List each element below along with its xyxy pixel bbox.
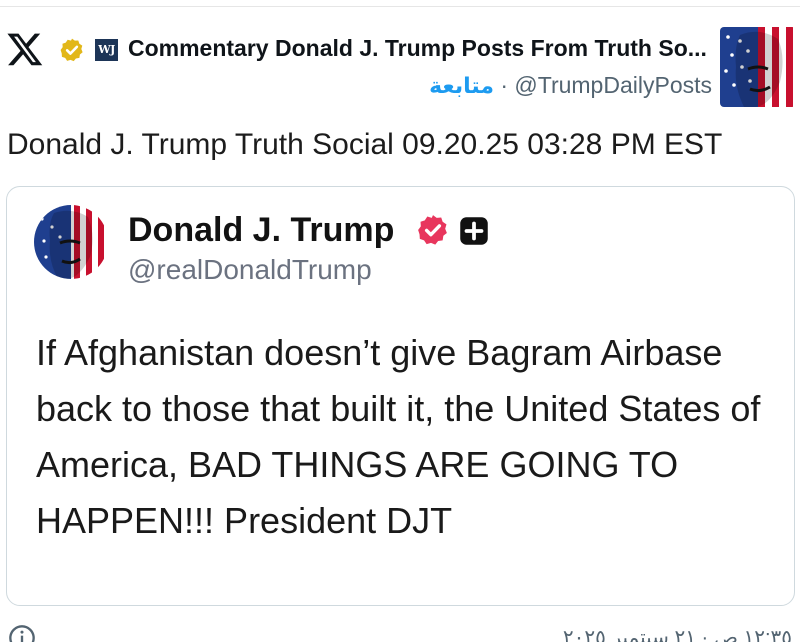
tweet-text: Donald J. Trump Truth Social 09.20.25 03… (7, 128, 723, 161)
embedded-post-body: If Afghanistan doesn’t give Bagram Airba… (36, 332, 761, 541)
embedded-author-name[interactable]: Donald J. Trump (128, 211, 394, 250)
gold-verified-icon (60, 38, 83, 62)
wj-icon: WJ (95, 39, 118, 61)
account-name[interactable]: Commentary Donald J. Trump Posts From Tr… (128, 35, 710, 62)
x-logo-icon[interactable] (6, 30, 44, 68)
post-screenshot: WJ Commentary Donald J. Trump Posts From… (0, 0, 800, 642)
plus-badge-icon (460, 217, 488, 245)
verified-check-icon (418, 215, 447, 245)
separator: · (493, 72, 515, 98)
avatar[interactable] (720, 27, 796, 107)
avatar[interactable] (34, 205, 108, 279)
follow-button[interactable]: متابعة (429, 73, 494, 98)
handle-line: متابعة · @TrumpDailyPosts (429, 72, 712, 99)
post-timestamp[interactable]: ١٢:٣٥ ص · ٢١ سبتمبر ٢٠٢٥ (563, 625, 792, 642)
info-icon[interactable] (8, 624, 36, 642)
account-handle[interactable]: @TrumpDailyPosts (514, 72, 712, 98)
divider (0, 6, 800, 7)
embedded-author-handle[interactable]: @realDonaldTrump (128, 254, 372, 286)
